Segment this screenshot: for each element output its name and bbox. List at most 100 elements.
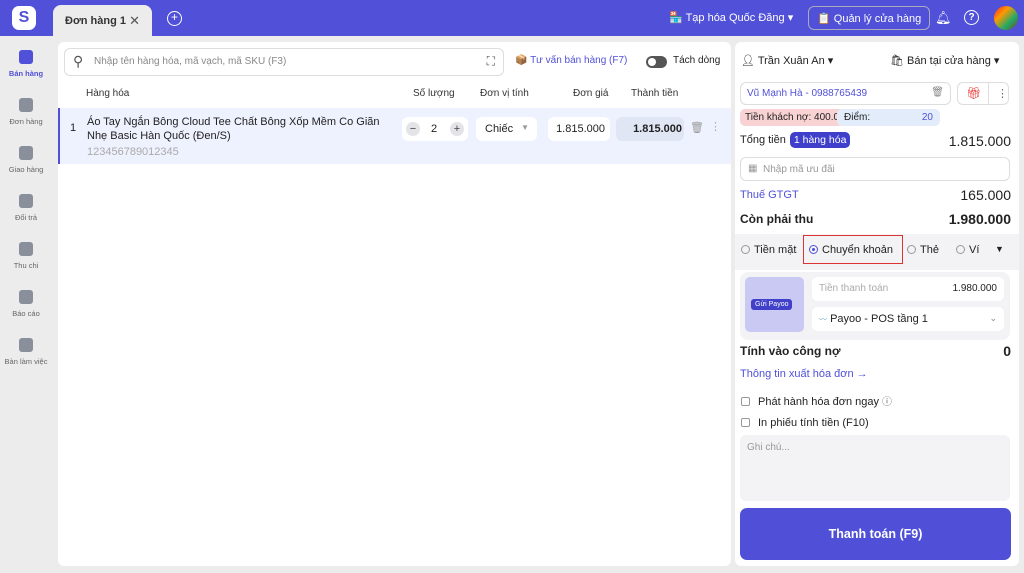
label: Ví bbox=[969, 244, 980, 256]
customer-value: Vũ Mạnh Hà - 0988765439 bbox=[747, 88, 868, 99]
col-product: Hàng hóa bbox=[86, 88, 130, 99]
issue-invoice-checkbox[interactable]: Phát hành hóa đơn ngay ⓘ bbox=[741, 393, 892, 408]
more-icon[interactable]: ⋮ bbox=[988, 83, 1008, 104]
label: Bàn làm việc bbox=[4, 357, 48, 366]
split-line-toggle[interactable] bbox=[646, 56, 667, 68]
row-index: 1 bbox=[70, 122, 77, 134]
channel-name: Bán tại cửa hàng bbox=[907, 55, 991, 67]
store-name: Tạp hóa Quốc Đăng bbox=[685, 12, 785, 24]
order-panel: ⚲ Nhập tên hàng hóa, mã vạch, mã SKU (F3)… bbox=[58, 42, 731, 566]
col-qty: Số lượng bbox=[413, 88, 455, 99]
sidebar: Bán hàng Đơn hàng Giao hàng Đổi trả Thu … bbox=[0, 44, 52, 380]
gift-button[interactable]: 🎁︎ ⋮ bbox=[957, 82, 1009, 105]
col-price: Đơn giá bbox=[573, 88, 609, 99]
vat-value: 165.000 bbox=[960, 187, 1011, 203]
more-icon[interactable]: ⋮ bbox=[710, 120, 721, 133]
total-label: Tổng tiền bbox=[740, 134, 786, 146]
sidebar-item-bao-cao[interactable]: Báo cáo bbox=[0, 284, 52, 332]
method-card[interactable]: Thẻ bbox=[907, 244, 939, 256]
col-unit: Đơn vị tính bbox=[480, 88, 529, 99]
sidebar-item-ban-lam-viec[interactable]: Bàn làm việc bbox=[0, 332, 52, 380]
payoo-send-image[interactable]: Gửi Payoo bbox=[745, 277, 804, 332]
help-icon[interactable]: ? bbox=[964, 10, 979, 25]
trash-icon[interactable]: 🗑︎ bbox=[690, 121, 704, 134]
label: Bán hàng bbox=[8, 69, 44, 78]
sales-advice-button[interactable]: 📦 Tư vấn bán hàng (F7) bbox=[515, 55, 627, 66]
app-logo[interactable]: S bbox=[12, 6, 36, 30]
amount-value: 1.980.000 bbox=[952, 283, 998, 294]
method-cash[interactable]: Tiền mặt bbox=[741, 244, 796, 256]
promo-code-input[interactable]: ▦ Nhập mã ưu đãi bbox=[740, 157, 1010, 181]
label: Đổi trả bbox=[14, 213, 38, 222]
close-icon[interactable]: ✕ bbox=[129, 13, 140, 29]
gift-icon: 🎁︎ bbox=[966, 86, 982, 100]
col-total: Thành tiền bbox=[631, 88, 679, 99]
due-label: Còn phải thu bbox=[740, 212, 814, 226]
label: Báo cáo bbox=[12, 309, 40, 318]
points-value: 20 bbox=[921, 112, 933, 123]
sidebar-item-giao-hang[interactable]: Giao hàng bbox=[0, 140, 52, 188]
vat-link[interactable]: Thuế GTGT bbox=[740, 189, 799, 201]
truck-icon bbox=[19, 146, 33, 160]
payment-account-select[interactable]: 〰 Payoo - POS tầng 1 ⌄ bbox=[812, 307, 1004, 331]
total-row: Tổng tiền 1 hàng hóa bbox=[740, 132, 851, 148]
tab-label: Đơn hàng 1 bbox=[65, 15, 126, 27]
staff-name: Trần Xuân An bbox=[757, 55, 825, 67]
barcode-scan-icon[interactable]: ⛶ bbox=[487, 54, 495, 69]
return-icon bbox=[19, 194, 33, 208]
method-wallet[interactable]: Ví bbox=[956, 244, 979, 256]
total-value: 1.815.000 bbox=[948, 133, 1011, 149]
tab-order-1[interactable]: Đơn hàng 1 ✕ bbox=[53, 5, 152, 36]
manage-store-button[interactable]: 📋 Quản lý cửa hàng bbox=[808, 6, 931, 30]
note-textarea[interactable]: Ghi chú... bbox=[740, 435, 1010, 501]
plus-icon[interactable]: + bbox=[450, 122, 464, 136]
print-receipt-checkbox[interactable]: In phiếu tính tiền (F10) bbox=[741, 417, 869, 429]
avatar[interactable] bbox=[994, 6, 1018, 30]
bell-icon[interactable]: 🔔︎ bbox=[935, 10, 952, 26]
label: Giao hàng bbox=[8, 165, 44, 174]
label: Thu chi bbox=[13, 261, 39, 270]
points-badge: Điểm: 20 bbox=[837, 109, 940, 126]
unit-select[interactable]: Chiếc ▼ bbox=[476, 117, 537, 141]
debt-in-value: 0 bbox=[1003, 343, 1011, 359]
sidebar-item-doi-tra[interactable]: Đổi trả bbox=[0, 188, 52, 236]
caret-down-icon[interactable]: ▼ bbox=[995, 244, 1004, 254]
staff-select[interactable]: 👤︎ Trần Xuân An ▾ bbox=[741, 54, 833, 67]
document-icon bbox=[19, 98, 33, 112]
table-row[interactable]: 1 Áo Tay Ngắn Bông Cloud Tee Chất Bông X… bbox=[58, 108, 731, 164]
payment-amount-field[interactable]: Tiền thanh toán 1.980.000 bbox=[812, 277, 1004, 301]
label: Tiền mặt bbox=[754, 244, 797, 256]
transfer-box: Gửi Payoo Tiền thanh toán 1.980.000 〰 Pay… bbox=[740, 272, 1010, 340]
points-label: Điểm: bbox=[844, 112, 871, 123]
channel-select[interactable]: 🛍︎ Bán tại cửa hàng ▾ bbox=[890, 54, 999, 67]
manage-label: Quản lý cửa hàng bbox=[833, 13, 922, 25]
chevron-down-icon: ⌄ bbox=[989, 313, 997, 323]
qty-value[interactable]: 2 bbox=[431, 123, 437, 135]
minus-icon[interactable]: − bbox=[406, 122, 420, 136]
product-name: Áo Tay Ngắn Bông Cloud Tee Chất Bông Xốp… bbox=[87, 116, 380, 142]
invoice-info-link[interactable]: Thông tin xuất hóa đơn → bbox=[740, 368, 868, 380]
sidebar-item-thu-chi[interactable]: Thu chi bbox=[0, 236, 52, 284]
debt-in-label: Tính vào công nợ bbox=[740, 344, 841, 358]
add-tab-icon[interactable]: + bbox=[167, 11, 182, 26]
customer-field[interactable]: Vũ Mạnh Hà - 0988765439 🗑︎ bbox=[740, 82, 951, 105]
pay-button[interactable]: Thanh toán (F9) bbox=[740, 508, 1011, 560]
quantity-stepper[interactable]: − 2 + bbox=[402, 117, 468, 141]
caret-down-icon: ▼ bbox=[521, 123, 529, 132]
promo-placeholder: Nhập mã ưu đãi bbox=[763, 164, 835, 175]
due-value: 1.980.000 bbox=[948, 211, 1011, 227]
split-line-label: Tách dòng bbox=[673, 55, 721, 66]
store-selector[interactable]: 🏪 Tạp hóa Quốc Đăng ▾ bbox=[669, 11, 793, 24]
price-input[interactable]: 1.815.000 bbox=[548, 117, 610, 141]
cart-icon bbox=[19, 50, 33, 64]
sidebar-item-ban-hang[interactable]: Bán hàng bbox=[0, 44, 52, 92]
payoo-label: Gửi Payoo bbox=[751, 299, 793, 310]
product-sku: 123456789012345 bbox=[87, 146, 179, 158]
unit-value: Chiếc bbox=[485, 123, 514, 135]
sidebar-item-don-hang[interactable]: Đơn hàng bbox=[0, 92, 52, 140]
info-icon[interactable]: ⓘ bbox=[882, 397, 892, 408]
trash-icon[interactable]: 🗑︎ bbox=[931, 87, 944, 98]
item-count-badge: 1 hàng hóa bbox=[789, 132, 851, 148]
label: Thẻ bbox=[920, 244, 939, 256]
product-search-input[interactable]: ⚲ Nhập tên hàng hóa, mã vạch, mã SKU (F3)… bbox=[64, 48, 504, 76]
